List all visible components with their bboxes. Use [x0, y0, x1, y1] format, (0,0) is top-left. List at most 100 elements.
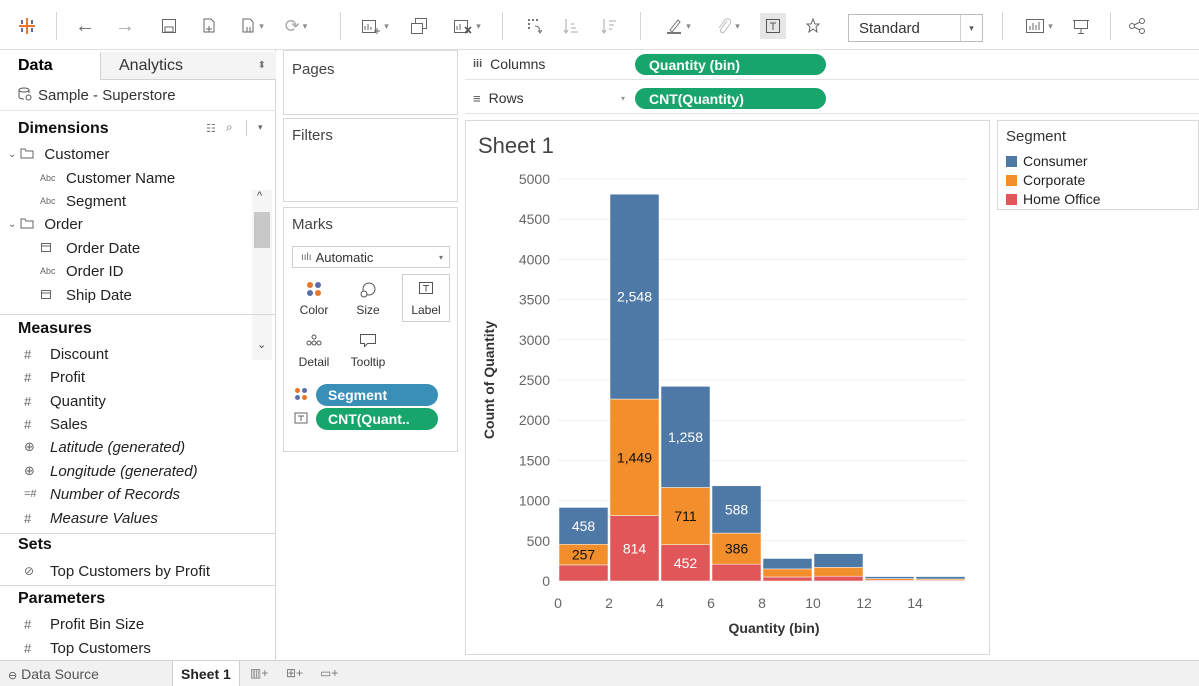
cnt-quantity-pill[interactable]: CNT(Quant..	[316, 408, 438, 430]
new-dashboard-icon[interactable]: ⊞+	[286, 666, 303, 680]
data-label: 257	[572, 547, 596, 563]
data-label: 458	[572, 518, 596, 534]
set-top-customers[interactable]: ⊘ Top Customers by Profit	[24, 560, 210, 582]
pause-updates-icon[interactable]: ▾	[234, 14, 270, 38]
tooltip-button[interactable]: Tooltip	[344, 326, 392, 374]
datasource-icon: ⊖	[8, 670, 18, 682]
back-icon[interactable]: ←	[72, 14, 98, 38]
label-button[interactable]: Label	[402, 274, 450, 322]
presentation-icon[interactable]	[1068, 14, 1094, 38]
chevron-down-icon: ⌄	[8, 148, 17, 160]
highlight-icon[interactable]: ▾	[656, 14, 700, 38]
measure-profit[interactable]: # Profit	[24, 366, 85, 388]
legend-item-consumer[interactable]: Consumer	[1006, 152, 1088, 170]
dimension-folder-customer[interactable]: ⌄ Customer	[8, 143, 109, 165]
dimension-order-date[interactable]: Order Date	[40, 237, 140, 259]
bar-segment[interactable]	[762, 558, 813, 570]
chevron-down-icon[interactable]: ⌄	[257, 338, 266, 351]
field-label: Top Customers	[50, 639, 151, 657]
columns-shelf[interactable]: iii Columns Quantity (bin)	[465, 50, 1199, 80]
parameter-profit-bin-size[interactable]: # Profit Bin Size	[24, 613, 144, 635]
tab-analytics[interactable]: Analytics ⬍	[100, 52, 276, 80]
sheet-tab[interactable]: Sheet 1	[172, 661, 240, 686]
filters-shelf[interactable]: Filters	[283, 118, 458, 202]
measure-number-of-records[interactable]: =# Number of Records	[24, 483, 180, 505]
y-tick-label: 500	[527, 533, 551, 549]
measure-latitude[interactable]: ⊕ Latitude (generated)	[24, 436, 185, 458]
dimension-segment[interactable]: Abc Segment	[40, 190, 126, 212]
forward-icon[interactable]: →	[112, 14, 138, 38]
sort-descending-icon[interactable]	[596, 14, 622, 38]
parameter-top-customers[interactable]: # Top Customers	[24, 637, 151, 659]
save-icon[interactable]	[156, 14, 182, 38]
measure-quantity[interactable]: # Quantity	[24, 390, 106, 412]
new-worksheet-icon[interactable]: ▥+	[250, 666, 268, 680]
legend-label: Consumer	[1023, 153, 1088, 169]
new-datasource-icon[interactable]	[196, 14, 222, 38]
group-icon[interactable]: ▾	[708, 14, 748, 38]
duplicate-icon[interactable]	[406, 14, 432, 38]
chevron-up-icon[interactable]: ^	[257, 190, 262, 202]
field-label: Top Customers by Profit	[50, 562, 211, 580]
show-labels-icon[interactable]	[760, 13, 786, 39]
view-list-icon[interactable]: ☷	[206, 122, 216, 135]
chevron-down-icon[interactable]: ▾	[621, 94, 625, 103]
bar-segment[interactable]	[762, 568, 813, 578]
datasource-item[interactable]: Sample - Superstore	[0, 81, 276, 111]
measure-discount[interactable]: # Discount	[24, 343, 108, 365]
scrollbar-thumb[interactable]	[254, 212, 270, 248]
legend-item-corporate[interactable]: Corporate	[1006, 171, 1085, 189]
columns-pill-quantity-bin[interactable]: Quantity (bin)	[635, 54, 826, 75]
new-story-icon[interactable]: ▭+	[320, 666, 338, 680]
color-button[interactable]: Color	[290, 274, 338, 322]
bar-segment[interactable]	[813, 567, 864, 577]
detail-button[interactable]: Detail	[290, 326, 338, 374]
dimensions-scrollbar[interactable]: ^ ⌄	[252, 190, 272, 360]
rows-shelf[interactable]: ≡ Rows ▾ CNT(Quantity)	[465, 84, 1199, 114]
legend-item-home-office[interactable]: Home Office	[1006, 190, 1101, 208]
measure-sales[interactable]: # Sales	[24, 413, 88, 435]
bar-segment[interactable]	[813, 575, 864, 582]
bar-segment[interactable]	[864, 576, 915, 579]
fix-axes-icon[interactable]	[800, 14, 826, 38]
data-source-tab[interactable]: ⊖ Data Source	[8, 666, 99, 682]
chevron-down-icon[interactable]: ▾	[960, 15, 982, 41]
size-icon	[345, 281, 391, 299]
fit-select[interactable]: Standard ▾	[848, 14, 983, 42]
show-me-icon[interactable]: ▾	[1018, 14, 1060, 38]
dimension-folder-order[interactable]: ⌄ Order	[8, 213, 83, 235]
marks-pill-cnt-quantity[interactable]: CNT(Quant..	[294, 408, 438, 430]
field-label: Sales	[50, 415, 88, 433]
tab-data[interactable]: Data	[0, 52, 100, 80]
sort-arrows-icon[interactable]: ⬍	[258, 60, 266, 71]
measure-measure-values[interactable]: # Measure Values	[24, 507, 158, 529]
y-tick-label: 1000	[519, 493, 550, 509]
measure-longitude[interactable]: ⊕ Longitude (generated)	[24, 460, 198, 482]
tableau-logo-icon[interactable]	[14, 14, 40, 38]
dimension-order-id[interactable]: Abc Order ID	[40, 260, 124, 282]
segment-pill[interactable]: Segment	[316, 384, 438, 406]
bar-segment[interactable]	[813, 553, 864, 568]
bar-segment[interactable]	[711, 563, 762, 582]
mark-type-select[interactable]: ıılı Automatic ▾	[292, 246, 450, 268]
new-worksheet-icon[interactable]: ▾	[354, 14, 396, 38]
size-button[interactable]: Size	[344, 274, 392, 322]
refresh-icon[interactable]: ⟳ ▾	[276, 14, 316, 38]
columns-label: iii Columns	[473, 50, 633, 78]
dimension-ship-date[interactable]: Ship Date	[40, 284, 132, 306]
marks-pill-segment[interactable]: Segment	[294, 384, 438, 406]
bar-segment[interactable]	[558, 564, 609, 582]
chevron-down-icon[interactable]: ▾	[258, 122, 263, 133]
share-icon[interactable]	[1124, 14, 1150, 38]
rows-pill-cnt-quantity[interactable]: CNT(Quantity)	[635, 88, 826, 109]
dimension-customer-name[interactable]: Abc Customer Name	[40, 167, 175, 189]
search-icon[interactable]: ⌕	[226, 120, 233, 135]
clear-sheet-icon[interactable]: ▾	[446, 14, 488, 38]
swap-icon[interactable]	[522, 14, 548, 38]
sort-ascending-icon[interactable]	[558, 14, 584, 38]
number-type-icon: #	[24, 346, 32, 362]
bar-segment[interactable]	[762, 576, 813, 582]
bar-segment[interactable]	[915, 576, 966, 580]
pages-shelf[interactable]: Pages	[283, 50, 458, 115]
y-tick-label: 3500	[519, 292, 550, 308]
